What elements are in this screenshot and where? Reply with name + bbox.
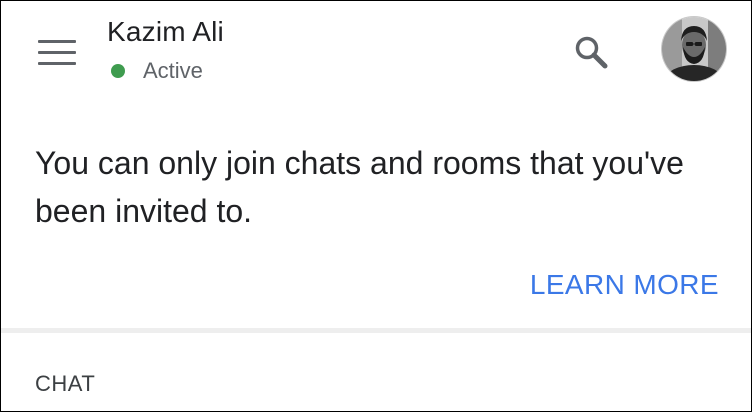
menu-line <box>38 40 76 43</box>
avatar[interactable] <box>662 17 726 81</box>
hamburger-menu-icon[interactable] <box>29 29 85 77</box>
chat-section-header: CHAT <box>35 371 96 396</box>
header-title: Kazim Ali Active <box>107 15 224 84</box>
active-status-icon <box>111 64 125 78</box>
search-icon[interactable] <box>567 29 615 77</box>
user-name: Kazim Ali <box>107 16 224 47</box>
invite-only-notice: You can only join chats and rooms that y… <box>35 145 684 229</box>
presence-status: Active <box>107 58 224 84</box>
learn-more-link[interactable]: LEARN MORE <box>530 267 719 303</box>
menu-line <box>38 62 76 65</box>
status-text: Active <box>143 58 203 83</box>
chat-app-window: Kazim Ali Active You can only join chats… <box>0 0 752 412</box>
section-divider <box>1 328 751 333</box>
menu-line <box>38 51 76 54</box>
